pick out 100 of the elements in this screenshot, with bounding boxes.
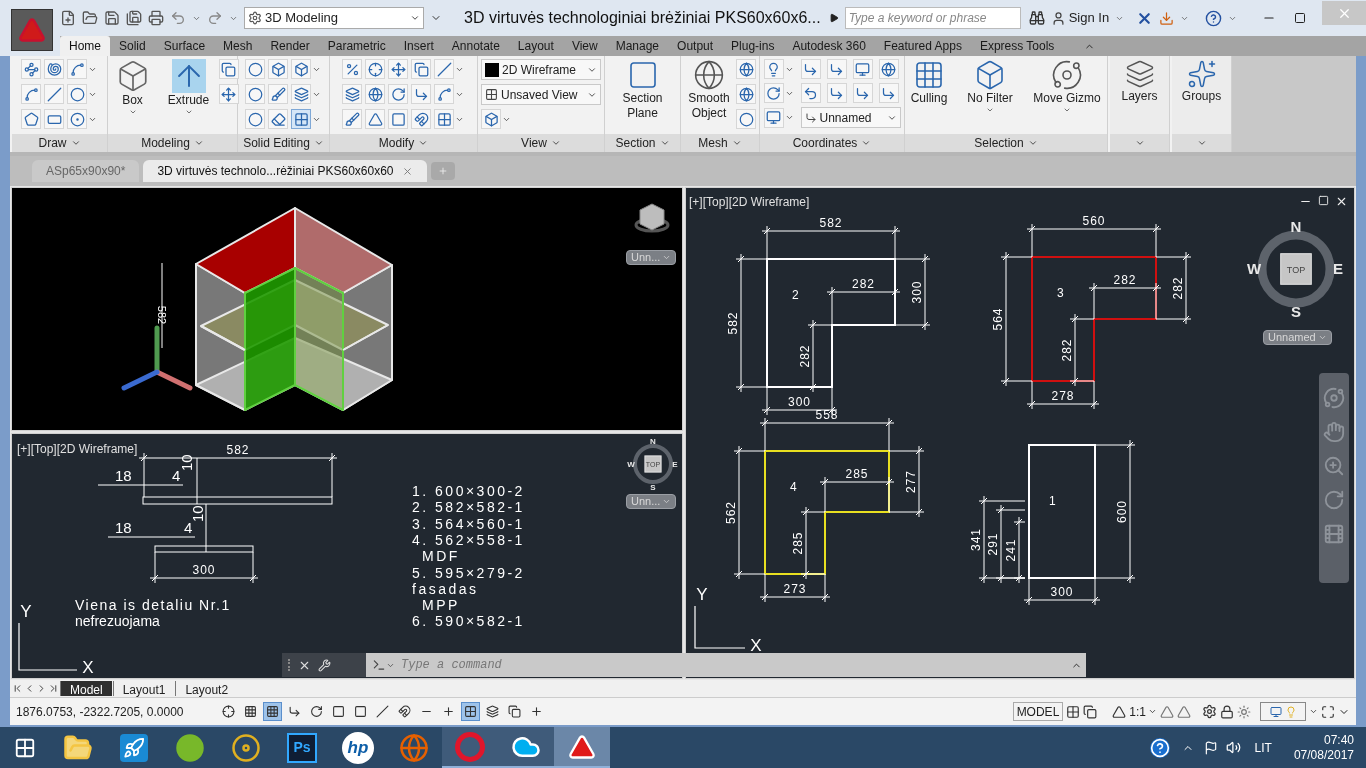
note-text: nefrezuojama (75, 613, 160, 629)
panel-title[interactable]: Coordinates (792, 134, 858, 152)
panel-title[interactable]: Mesh (698, 134, 728, 152)
ribbon-tab[interactable]: Render (261, 36, 319, 56)
dimension-text: 558 (815, 408, 839, 422)
language-indicator[interactable]: LIT (1254, 738, 1272, 757)
parts-list-line: 1. 600×300-2 (412, 483, 525, 499)
parts-list-line: 2. 582×582-1 (412, 499, 525, 516)
dimension-text: 582 (819, 216, 843, 230)
dimension-text: 278 (1051, 389, 1075, 403)
ribbon-button[interactable]: Section Plane (610, 56, 675, 134)
ribbon-button[interactable]: Move Gizmo (1027, 56, 1107, 134)
compass-letter: S (1291, 303, 1301, 320)
compass-letter: S (650, 483, 656, 492)
ribbon-tab[interactable]: Annotate (442, 36, 509, 56)
note-text: Viena is detaliu Nr.1 (75, 597, 231, 613)
dimension-text: 582 (156, 305, 168, 325)
view-dropdown[interactable]: 2D Wireframe (481, 59, 601, 80)
panel-title[interactable]: View (521, 134, 547, 152)
ribbon-tab[interactable]: Featured Apps (874, 36, 971, 56)
parts-list-line: 6. 590×582-1 (412, 613, 525, 630)
sign-in-button[interactable]: Sign In (1050, 8, 1110, 28)
search-field[interactable]: Type a keyword or phrase (844, 7, 1021, 29)
sheet-tab[interactable]: Model (60, 681, 112, 696)
compass-letter: E (1333, 260, 1343, 278)
ribbon-button[interactable]: Extrude (162, 56, 215, 134)
panel-title[interactable]: Modeling (141, 134, 190, 152)
workspace-dropdown[interactable]: 3D Modeling (244, 7, 424, 29)
taskbar-app[interactable]: Ps (274, 727, 330, 768)
compass-letter: N (650, 437, 656, 446)
dimension-text: 600 (1115, 500, 1129, 523)
dimension-text: 282 (798, 344, 812, 368)
clock[interactable]: 07:40 07/08/2017 (1293, 732, 1354, 763)
ribbon-tab[interactable]: Manage (606, 36, 669, 56)
ribbon-button[interactable]: Layers (1113, 56, 1166, 134)
ribbon-tab[interactable]: Express Tools (970, 36, 1064, 56)
dimension-text: 300 (788, 395, 811, 409)
panel-title[interactable]: Section (615, 134, 656, 152)
ribbon-button[interactable]: Culling (905, 56, 953, 134)
viewport[interactable]: [+][Top][2D Wireframe] 2 582 582 300 282 282 300 3 560 564 282 282 282 278 4 558 562 277 285 285 273 1 600 300 341 291 241 N W TOP E S Y X Unnamed (685, 187, 1355, 679)
ribbon-tab[interactable]: View (562, 36, 607, 56)
view-dropdown[interactable]: Unnamed (800, 107, 901, 128)
app-logo: Ps (287, 732, 317, 763)
dimension-text: 10 (189, 505, 206, 522)
ribbon-tab[interactable]: Mesh (214, 36, 262, 56)
axis-label: Y (20, 602, 32, 621)
ribbon-tab[interactable]: Surface (154, 36, 215, 56)
compass-letter: N (1290, 218, 1302, 235)
ribbon-tab[interactable]: Insert (394, 36, 443, 56)
dimension-text: 291 (986, 532, 1000, 556)
compass-letter: W (1246, 260, 1262, 278)
annotation-scale-dropdown[interactable]: 1:1 (1129, 702, 1157, 721)
ribbon-tab[interactable]: Home (60, 36, 110, 56)
viewport-label[interactable]: [+][Top][2D Wireframe] (689, 195, 810, 209)
taskbar-app[interactable]: hp (330, 727, 386, 768)
parts-list-line: 4. 562×558-1 (412, 531, 525, 548)
dimension-text: 300 (192, 563, 216, 577)
file-tab[interactable]: ASp65x90x90* (32, 160, 140, 182)
ribbon-button[interactable]: Box (106, 56, 159, 134)
dimension-text: 560 (1082, 214, 1106, 228)
panel-title[interactable]: Modify (378, 134, 415, 152)
sheet-tab[interactable]: Layout1 (112, 681, 175, 696)
dimension-text: 582 (726, 311, 740, 335)
dimension-text: 18 (115, 519, 132, 536)
dimension-text: 18 (115, 467, 132, 484)
ribbon-button[interactable]: Groups (1175, 56, 1228, 134)
axis-label: X (750, 636, 762, 655)
dimension-text: 4 (172, 467, 181, 484)
ribbon-tab[interactable]: Output (668, 36, 723, 56)
view-cube-label: TOP (1286, 265, 1306, 275)
ribbon-tab[interactable]: Parametric (318, 36, 395, 56)
compass-letter: E (672, 459, 678, 469)
viewport[interactable]: 582 Unn... (11, 187, 683, 431)
part-number: 4 (790, 480, 797, 494)
model-space-button[interactable]: MODEL (1012, 702, 1064, 721)
sheet-tab[interactable]: Layout2 (175, 681, 238, 696)
dimension-text: 300 (1050, 585, 1074, 599)
ribbon-tab[interactable]: Plug-ins (722, 36, 784, 56)
part-number: 1 (1049, 494, 1056, 508)
view-dropdown[interactable]: Unsaved View (481, 84, 601, 105)
dimension-text: 4 (184, 519, 193, 536)
dimension-text: 300 (910, 280, 924, 304)
dimension-text: 564 (991, 307, 1005, 331)
file-tab[interactable]: 3D virtuvės technolo...rėžiniai PKS60x60x60 (143, 160, 427, 182)
panel-title[interactable]: Solid Editing (243, 134, 310, 152)
ribbon-button[interactable]: No Filter (959, 56, 1021, 134)
dimension-text: 282 (1113, 273, 1137, 287)
ribbon-tab[interactable]: Autodesk 360 (783, 36, 875, 56)
dimension-text: 282 (1171, 276, 1185, 300)
ribbon-button[interactable]: Smooth Object (684, 56, 734, 134)
ribbon-tab[interactable]: Solid (110, 36, 155, 56)
dimension-text: 285 (791, 531, 805, 555)
coordinates-readout: 1876.0753, -2322.7205, 0.0000 (16, 703, 185, 721)
parts-list-line: 3. 564×560-1 (412, 515, 525, 532)
ribbon-tab[interactable]: Layout (508, 36, 563, 56)
parts-list-line: MDF (422, 548, 460, 565)
panel-title[interactable]: Selection (974, 134, 1024, 152)
dimension-text: 285 (845, 467, 869, 481)
panel-title[interactable]: Draw (38, 134, 67, 152)
viewport-label[interactable]: [+][Top][2D Wireframe] (17, 442, 138, 456)
